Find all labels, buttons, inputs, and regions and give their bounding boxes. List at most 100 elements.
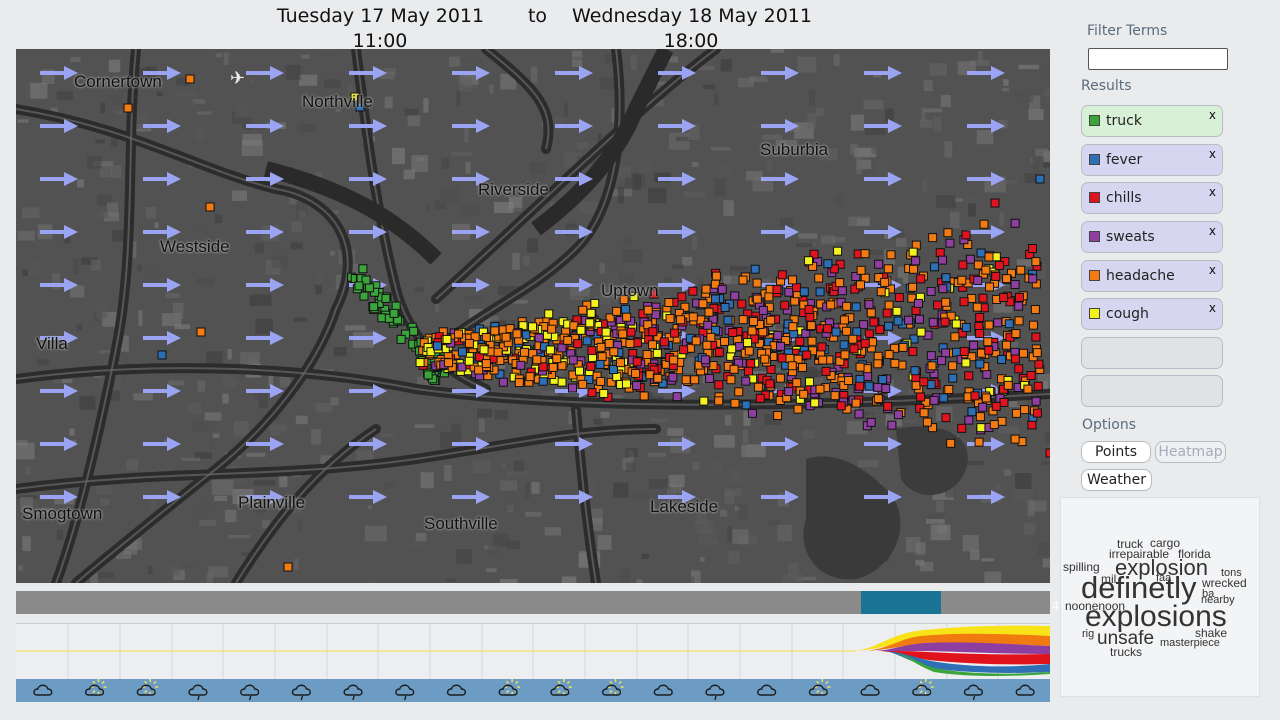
message-point: [972, 302, 982, 312]
cloud-icon: [1015, 684, 1035, 696]
message-point: [919, 377, 929, 387]
city-block: [100, 102, 106, 114]
truck-color-swatch: [1089, 115, 1100, 126]
result-term-chills[interactable]: chills x: [1081, 182, 1223, 214]
result-term-cough[interactable]: cough x: [1081, 298, 1223, 330]
city-block: [416, 157, 425, 162]
message-point: [690, 375, 700, 385]
city-block: [456, 89, 461, 107]
message-point: [444, 358, 454, 368]
result-term-sweats[interactable]: sweats x: [1081, 221, 1223, 253]
remove-term-button[interactable]: x: [1209, 108, 1216, 122]
message-point: [840, 350, 850, 360]
city-block: [441, 157, 450, 170]
message-point: [965, 254, 975, 264]
wind-arrow-shaft: [761, 442, 787, 446]
remove-term-button[interactable]: x: [1209, 224, 1216, 238]
wind-arrow-shaft: [555, 124, 581, 128]
message-point: [984, 252, 994, 262]
heatmap-button[interactable]: Heatmap: [1155, 441, 1226, 463]
message-point: [848, 334, 858, 344]
wind-arrow-shaft: [40, 389, 66, 393]
message-point: [753, 382, 763, 392]
city-block: [197, 111, 213, 115]
city-block: [315, 284, 322, 295]
start-date: Tuesday 17 May 2011: [276, 5, 485, 27]
map-canvas[interactable]: ✈: [16, 49, 1050, 583]
city-block: [407, 115, 421, 127]
message-point: [933, 300, 943, 310]
message-point: [578, 379, 588, 389]
message-point: [790, 296, 800, 306]
message-point: [681, 375, 691, 385]
cloud-icon: [757, 684, 777, 696]
remove-term-button[interactable]: x: [1209, 301, 1216, 315]
city-block: [691, 162, 699, 168]
message-point: [704, 307, 714, 317]
city-block: [208, 440, 216, 450]
message-point: [1031, 257, 1041, 267]
remove-term-button[interactable]: x: [1209, 185, 1216, 199]
map-view[interactable]: ✈ Cornertown Northville Riverside Suburb…: [16, 49, 1050, 583]
city-block: [295, 415, 308, 425]
message-point: [706, 332, 716, 342]
result-term-fever[interactable]: fever x: [1081, 144, 1223, 176]
city-block: [36, 358, 50, 366]
city-block: [95, 305, 108, 319]
message-point: [909, 264, 919, 274]
weather-strip[interactable]: [16, 679, 1050, 702]
message-point: [1010, 434, 1020, 444]
message-point: [999, 293, 1009, 303]
message-point: [632, 338, 642, 348]
result-term-headache[interactable]: headache x: [1081, 260, 1223, 292]
message-point: [596, 376, 606, 386]
points-button[interactable]: Points: [1081, 441, 1151, 463]
message-point: [1003, 380, 1013, 390]
message-point: [616, 358, 626, 368]
message-point: [648, 327, 658, 337]
city-block: [1015, 92, 1034, 103]
city-block: [797, 56, 817, 73]
message-point: [792, 283, 802, 293]
city-block: [728, 550, 740, 564]
wind-arrow-shaft: [658, 177, 684, 181]
airport-icon: ✈: [230, 68, 245, 89]
message-point: [738, 315, 748, 325]
message-point: [396, 334, 406, 344]
filter-terms-input[interactable]: [1088, 48, 1228, 70]
message-point: [643, 305, 653, 315]
city-block: [727, 525, 732, 542]
city-block: [719, 164, 731, 175]
remove-term-button[interactable]: x: [1209, 263, 1216, 277]
city-block: [920, 106, 926, 123]
message-point: [586, 361, 596, 371]
city-block: [403, 169, 415, 180]
city-block: [156, 91, 163, 97]
city-block: [1003, 469, 1012, 476]
message-point: [788, 275, 798, 285]
time-slider-handle[interactable]: [861, 591, 941, 614]
wind-arrow-shaft: [967, 230, 993, 234]
message-point: [1031, 396, 1041, 406]
wind-arrow-shaft: [246, 389, 272, 393]
message-point: [939, 393, 949, 403]
message-point: [798, 363, 808, 373]
message-point: [283, 562, 293, 572]
term-streamgraph[interactable]: [16, 623, 1050, 679]
message-point: [741, 400, 751, 410]
city-block: [833, 54, 840, 66]
city-block: [1005, 179, 1018, 184]
message-point: [916, 392, 926, 402]
remove-term-button[interactable]: x: [1209, 147, 1216, 161]
message-point: [1026, 371, 1036, 381]
message-point: [711, 271, 721, 281]
message-point: [873, 359, 883, 369]
message-point: [806, 321, 816, 331]
result-term-truck[interactable]: truck x: [1081, 105, 1223, 137]
weather-button[interactable]: Weather: [1081, 469, 1152, 491]
wind-arrow-shaft: [40, 442, 66, 446]
city-block: [897, 211, 910, 229]
city-block: [1044, 68, 1050, 77]
message-point: [894, 292, 904, 302]
wind-arrow-shaft: [761, 124, 787, 128]
